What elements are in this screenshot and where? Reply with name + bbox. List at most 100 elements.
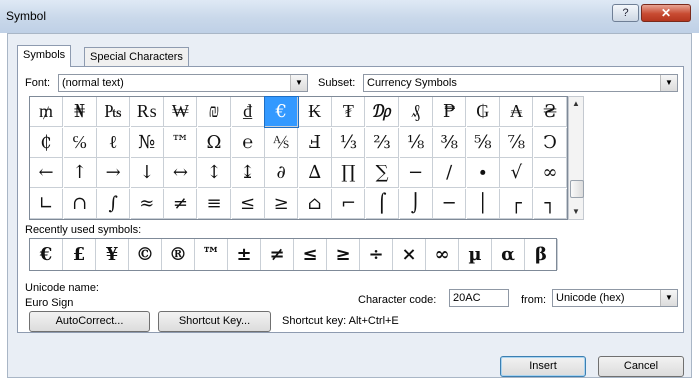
symbol-cell[interactable]: ₦ xyxy=(63,97,97,127)
autocorrect-button[interactable]: AutoCorrect... xyxy=(29,311,150,332)
symbol-cell[interactable]: ≥ xyxy=(265,188,299,219)
symbol-cell[interactable]: ∟ xyxy=(30,188,63,219)
scroll-thumb[interactable] xyxy=(570,180,584,198)
symbol-cell[interactable]: ─ xyxy=(433,188,467,219)
recent-symbol-cell[interactable]: µ xyxy=(459,239,492,270)
symbol-cell[interactable]: → xyxy=(97,158,131,188)
symbol-scrollbar[interactable]: ▲ ▼ xyxy=(568,96,584,220)
symbol-cell[interactable]: │ xyxy=(466,188,500,219)
recent-symbol-cell[interactable]: ÷ xyxy=(360,239,393,270)
recent-symbol-cell[interactable]: © xyxy=(129,239,162,270)
symbol-cell[interactable]: ₥ xyxy=(30,97,63,127)
symbol-cell[interactable]: ₯ xyxy=(366,97,399,127)
symbol-cell[interactable]: ↕ xyxy=(198,158,231,188)
scroll-up-icon[interactable]: ▲ xyxy=(569,97,583,111)
symbol-cell[interactable]: ₩ xyxy=(164,97,198,127)
recent-symbol-cell[interactable]: ≤ xyxy=(294,239,327,270)
symbol-cell[interactable]: ⌂ xyxy=(298,188,332,219)
symbol-cell[interactable]: Ω xyxy=(198,127,231,158)
symbol-cell[interactable]: ⅍ xyxy=(265,127,299,158)
symbol-cell[interactable]: ↔ xyxy=(164,158,198,188)
insert-button[interactable]: Insert xyxy=(500,356,586,377)
subset-select[interactable]: Currency Symbols ▼ xyxy=(363,74,678,92)
recent-symbol-cell[interactable]: ¥ xyxy=(96,239,129,270)
tab-special-characters[interactable]: Special Characters xyxy=(84,47,189,67)
symbol-cell[interactable]: ₰ xyxy=(399,97,433,127)
symbol-cell[interactable]: № xyxy=(130,127,164,158)
symbol-cell[interactable]: ⅓ xyxy=(332,127,366,158)
symbol-cell[interactable]: ⌐ xyxy=(332,188,366,219)
symbol-cell[interactable]: ₱ xyxy=(433,97,467,127)
font-select[interactable]: (normal text) ▼ xyxy=(58,74,308,92)
symbol-cell[interactable]: − xyxy=(399,158,433,188)
recent-symbol-cell[interactable]: £ xyxy=(63,239,96,270)
symbol-cell[interactable]: √ xyxy=(500,158,534,188)
symbol-cell[interactable]: ≈ xyxy=(130,188,164,219)
symbol-cell[interactable]: ₧ xyxy=(97,97,131,127)
recent-symbol-cell[interactable]: ≥ xyxy=(327,239,360,270)
recent-symbol-cell[interactable]: ™ xyxy=(195,239,228,270)
symbol-cell[interactable]: ₴ xyxy=(534,97,567,127)
recent-symbol-cell[interactable]: α xyxy=(492,239,525,270)
symbol-cell[interactable]: Ↄ xyxy=(534,127,567,158)
recent-symbol-cell[interactable]: β xyxy=(525,239,558,270)
symbol-cell[interactable]: € xyxy=(264,96,300,128)
symbol-cell[interactable]: ₨ xyxy=(130,97,164,127)
symbol-cell[interactable]: ≠ xyxy=(164,188,198,219)
symbol-cell[interactable]: ₭ xyxy=(298,97,332,127)
symbol-cell[interactable]: ∩ xyxy=(63,188,97,219)
symbol-cell[interactable]: ↑ xyxy=(63,158,97,188)
from-select[interactable]: Unicode (hex) ▼ xyxy=(552,289,678,307)
tab-symbols[interactable]: Symbols xyxy=(17,45,72,67)
shortcut-key-button[interactable]: Shortcut Key... xyxy=(158,311,271,332)
symbol-cell[interactable]: ∫ xyxy=(97,188,131,219)
symbol-cell[interactable]: ∏ xyxy=(332,158,366,188)
symbol-cell[interactable]: ∞ xyxy=(534,158,567,188)
symbol-cell[interactable]: ∙ xyxy=(466,158,500,188)
symbol-cell[interactable]: ℓ xyxy=(97,127,131,158)
symbol-cell[interactable]: ← xyxy=(30,158,63,188)
symbol-cell[interactable]: ┌ xyxy=(500,188,534,219)
symbol-cell[interactable]: ℅ xyxy=(63,127,97,158)
recent-symbol-cell[interactable]: ± xyxy=(228,239,261,270)
symbol-cell[interactable]: ⅞ xyxy=(500,127,534,158)
symbol-cell[interactable]: ∆ xyxy=(298,158,332,188)
symbol-cell[interactable]: ₪ xyxy=(198,97,231,127)
symbol-cell[interactable]: ⅝ xyxy=(466,127,500,158)
symbol-cell[interactable]: ≤ xyxy=(231,188,265,219)
symbol-cell[interactable]: ⅛ xyxy=(399,127,433,158)
symbol-cell[interactable]: ≡ xyxy=(198,188,231,219)
symbol-cell[interactable]: ↓ xyxy=(130,158,164,188)
help-button[interactable]: ? xyxy=(612,4,639,22)
unicode-name-value: Euro Sign xyxy=(25,297,74,309)
recent-symbol-cell[interactable]: ® xyxy=(162,239,195,270)
recent-symbol-cell[interactable]: € xyxy=(30,239,63,270)
symbol-cell[interactable]: ∂ xyxy=(265,158,299,188)
symbol-cell[interactable]: ∕ xyxy=(433,158,467,188)
chevron-down-icon[interactable]: ▼ xyxy=(660,75,677,91)
close-button[interactable]: ✕ xyxy=(641,4,691,22)
chevron-down-icon[interactable]: ▼ xyxy=(660,290,677,306)
symbol-cell[interactable]: ⅔ xyxy=(366,127,399,158)
symbol-cell[interactable]: ⅜ xyxy=(433,127,467,158)
symbol-cell[interactable]: ∑ xyxy=(366,158,399,188)
recent-symbol-cell[interactable]: ≠ xyxy=(261,239,294,270)
symbol-cell[interactable]: ₵ xyxy=(30,127,63,158)
symbol-cell[interactable]: ┐ xyxy=(534,188,567,219)
symbol-cell[interactable]: ₮ xyxy=(332,97,366,127)
symbol-cell[interactable]: ₳ xyxy=(500,97,534,127)
symbol-cell[interactable]: ⌠ xyxy=(366,188,399,219)
symbol-cell[interactable]: ↨ xyxy=(231,158,265,188)
chevron-down-icon[interactable]: ▼ xyxy=(290,75,307,91)
recent-symbol-cell[interactable]: × xyxy=(393,239,426,270)
symbol-cell[interactable]: ₫ xyxy=(231,97,265,127)
character-code-input[interactable]: 20AC xyxy=(449,289,509,307)
scroll-down-icon[interactable]: ▼ xyxy=(569,205,583,219)
symbol-cell[interactable]: ₲ xyxy=(466,97,500,127)
symbol-cell[interactable]: ™ xyxy=(164,127,198,158)
symbol-cell[interactable]: ℮ xyxy=(231,127,265,158)
symbol-cell[interactable]: Ⅎ xyxy=(298,127,332,158)
recent-symbol-cell[interactable]: ∞ xyxy=(426,239,459,270)
symbol-cell[interactable]: ⌡ xyxy=(399,188,433,219)
cancel-button[interactable]: Cancel xyxy=(598,356,684,377)
